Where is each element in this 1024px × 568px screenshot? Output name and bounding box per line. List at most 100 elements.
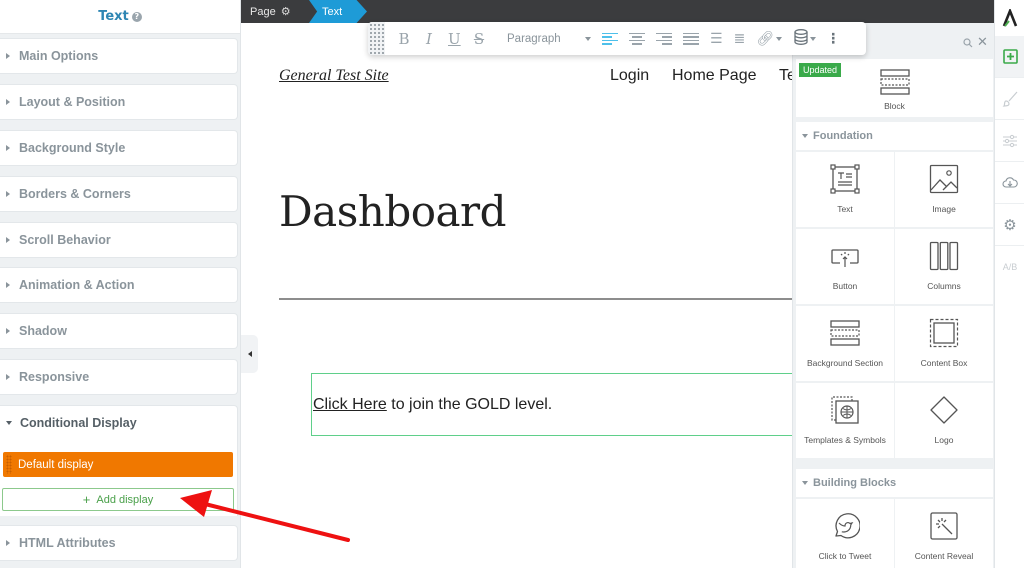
section-background-style[interactable]: Background Style: [0, 130, 238, 166]
tile-text[interactable]: Text: [796, 152, 894, 227]
chevron-down-icon[interactable]: [585, 36, 591, 41]
page-canvas: General Test Site Login Home Page Te Das…: [258, 23, 794, 568]
section-shadow[interactable]: Shadow: [0, 313, 238, 349]
twitter-icon: [835, 513, 860, 539]
section-conditional-display[interactable]: Conditional Display: [0, 405, 238, 441]
tile-label: Button: [832, 281, 858, 291]
rail-add-element[interactable]: [995, 36, 1024, 78]
section-layout-position[interactable]: Layout & Position: [0, 84, 238, 120]
rail-ab-test[interactable]: A/B: [995, 246, 1024, 288]
section-responsive[interactable]: Responsive: [0, 359, 238, 395]
magic-wand-icon: [930, 512, 958, 540]
section-label: Scroll Behavior: [19, 233, 111, 247]
tile-label: Content Box: [920, 358, 968, 368]
tile-block[interactable]: Updated Block: [796, 59, 993, 117]
panel-header: Text ?: [0, 0, 240, 34]
logo-icon: [930, 396, 958, 424]
tile-label: Image: [932, 204, 956, 214]
caret-right-icon: [6, 145, 10, 151]
help-icon[interactable]: ?: [131, 11, 142, 22]
chevron-down-icon[interactable]: [776, 36, 783, 41]
numbered-list-icon[interactable]: ≣: [734, 31, 746, 47]
add-display-button[interactable]: + Add display: [2, 488, 234, 511]
text-format-toolbar: B I U S Paragraph ☰ ≣ 🔗︎ ⋮: [368, 22, 866, 55]
section-main-options[interactable]: Main Options: [0, 38, 238, 74]
section-scroll-behavior[interactable]: Scroll Behavior: [0, 222, 238, 258]
conditional-display-body: Default display + Add display: [0, 440, 238, 516]
site-title-link[interactable]: General Test Site: [279, 67, 389, 85]
rail-cloud-download[interactable]: [995, 162, 1024, 204]
tile-label: Background Section: [806, 358, 884, 368]
block-icon: [880, 69, 910, 99]
category-building-blocks[interactable]: Building Blocks: [796, 469, 993, 497]
tile-background-section[interactable]: Background Section: [796, 306, 894, 381]
panel-title: Text: [98, 9, 129, 24]
gear-icon[interactable]: ⚙: [281, 5, 291, 18]
section-label: Borders & Corners: [19, 187, 131, 201]
click-here-link[interactable]: Click Here: [313, 396, 387, 413]
tile-image[interactable]: Image: [895, 152, 993, 227]
breadcrumb-bar: Page ⚙ Text: [241, 0, 994, 23]
more-icon[interactable]: ⋮: [826, 31, 840, 47]
drag-handle-icon[interactable]: [6, 455, 12, 474]
chevron-down-icon[interactable]: [810, 36, 817, 41]
divider: [279, 298, 794, 300]
section-label: Responsive: [19, 370, 90, 384]
align-center-icon[interactable]: [629, 32, 645, 45]
paragraph-select[interactable]: Paragraph: [507, 33, 583, 45]
breadcrumb-text[interactable]: Text: [309, 0, 367, 23]
close-icon[interactable]: ✕: [977, 35, 988, 50]
caret-right-icon: [6, 282, 10, 288]
link-icon[interactable]: 🔗︎: [756, 31, 774, 47]
logo-icon: [1002, 9, 1018, 27]
tile-templates-symbols[interactable]: Templates & Symbols: [796, 383, 894, 458]
align-left-icon[interactable]: [602, 32, 618, 45]
caret-down-icon: [802, 481, 808, 485]
align-right-icon[interactable]: [656, 32, 672, 45]
nav-home-page[interactable]: Home Page: [672, 67, 757, 85]
caret-right-icon: [6, 53, 10, 59]
tile-label: Text: [837, 204, 853, 214]
strikethrough-button[interactable]: S: [473, 30, 485, 48]
toolbar-drag-handle-icon[interactable]: [368, 22, 385, 55]
columns-icon: [929, 241, 959, 271]
nav-login[interactable]: Login: [610, 67, 649, 85]
tile-button[interactable]: Button: [796, 229, 894, 304]
section-html-attributes[interactable]: HTML Attributes: [0, 525, 238, 561]
editor-root: Text ? Main Options Layout & Position Ba…: [0, 0, 1024, 568]
sliders-icon: [1003, 134, 1017, 147]
breadcrumb-text-label: Text: [322, 5, 343, 18]
breadcrumb-page[interactable]: Page ⚙: [250, 0, 291, 23]
bold-button[interactable]: B: [398, 30, 410, 48]
cloud-download-icon: [1002, 177, 1018, 188]
tile-content-box[interactable]: Content Box: [895, 306, 993, 381]
tile-label: Columns: [927, 281, 961, 291]
caret-right-icon: [6, 328, 10, 334]
tile-click-to-tweet[interactable]: Click to Tweet: [796, 499, 894, 568]
section-animation-action[interactable]: Animation & Action: [0, 267, 238, 303]
search-icon[interactable]: [963, 38, 973, 51]
collapse-panel-button[interactable]: [241, 335, 258, 373]
rail-settings-sliders[interactable]: [995, 120, 1024, 162]
underline-button[interactable]: U: [448, 30, 461, 48]
rail-settings[interactable]: ⚙: [995, 204, 1024, 246]
bullet-list-icon[interactable]: ☰: [710, 31, 723, 47]
rail-style[interactable]: [995, 78, 1024, 120]
button-icon: [831, 249, 859, 267]
section-borders-corners[interactable]: Borders & Corners: [0, 176, 238, 212]
selected-text-element[interactable]: Click Here to join the GOLD level.: [311, 373, 794, 436]
italic-button[interactable]: I: [423, 30, 435, 48]
tile-logo[interactable]: Logo: [895, 383, 993, 458]
image-icon: [929, 164, 959, 194]
text-rest: to join the GOLD level.: [386, 396, 553, 413]
default-display-item[interactable]: Default display: [3, 452, 233, 477]
database-icon[interactable]: [794, 28, 808, 49]
caret-right-icon: [6, 191, 10, 197]
add-element-icon: [1002, 49, 1018, 64]
add-display-label: Add display: [96, 493, 154, 506]
tile-content-reveal[interactable]: Content Reveal: [895, 499, 993, 568]
element-settings-panel: Text ? Main Options Layout & Position Ba…: [0, 0, 241, 568]
tile-columns[interactable]: Columns: [895, 229, 993, 304]
align-justify-icon[interactable]: [683, 32, 699, 45]
category-foundation[interactable]: Foundation: [796, 122, 993, 150]
